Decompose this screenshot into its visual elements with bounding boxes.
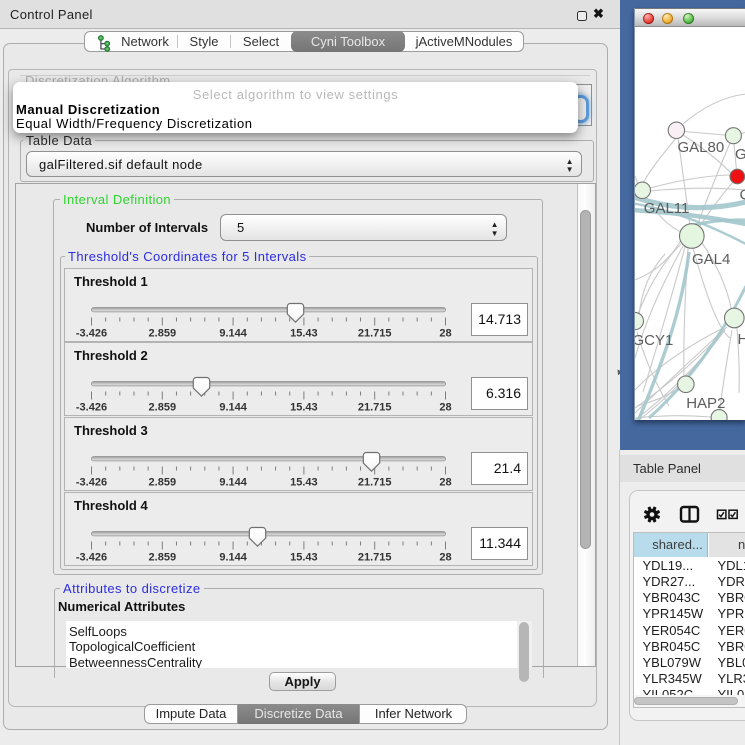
svg-text:HAP2: HAP2 — [686, 395, 725, 412]
svg-text:9.144: 9.144 — [219, 551, 247, 563]
svg-text:GA: GA — [735, 146, 745, 163]
svg-text:GAL11: GAL11 — [644, 200, 690, 217]
svg-text:9.144: 9.144 — [219, 402, 247, 414]
svg-text:GCY1: GCY1 — [635, 332, 673, 349]
svg-text:-3.426: -3.426 — [76, 402, 107, 414]
svg-text:28: 28 — [439, 551, 451, 563]
svg-text:-3.426: -3.426 — [76, 551, 107, 563]
svg-text:GAL80: GAL80 — [678, 139, 725, 156]
svg-text:9.144: 9.144 — [219, 477, 247, 489]
svg-text:15.43: 15.43 — [290, 477, 318, 489]
svg-text:21.715: 21.715 — [358, 551, 392, 563]
svg-text:21.715: 21.715 — [358, 402, 392, 414]
svg-text:2.859: 2.859 — [149, 551, 177, 563]
svg-text:28: 28 — [439, 327, 451, 339]
svg-text:2.859: 2.859 — [149, 327, 177, 339]
svg-text:28: 28 — [439, 402, 451, 414]
svg-text:15.43: 15.43 — [290, 327, 318, 339]
svg-text:15.43: 15.43 — [290, 551, 318, 563]
svg-text:21.715: 21.715 — [358, 477, 392, 489]
svg-text:2.859: 2.859 — [149, 477, 177, 489]
svg-text:GAL4: GAL4 — [692, 251, 730, 268]
svg-text:-3.426: -3.426 — [76, 477, 107, 489]
svg-text:28: 28 — [439, 477, 451, 489]
svg-text:9.144: 9.144 — [219, 327, 247, 339]
svg-text:21.715: 21.715 — [358, 327, 392, 339]
svg-text:C: C — [740, 186, 745, 203]
svg-text:H: H — [738, 331, 745, 348]
svg-text:-3.426: -3.426 — [76, 327, 107, 339]
svg-text:15.43: 15.43 — [290, 402, 318, 414]
svg-text:2.859: 2.859 — [149, 402, 177, 414]
